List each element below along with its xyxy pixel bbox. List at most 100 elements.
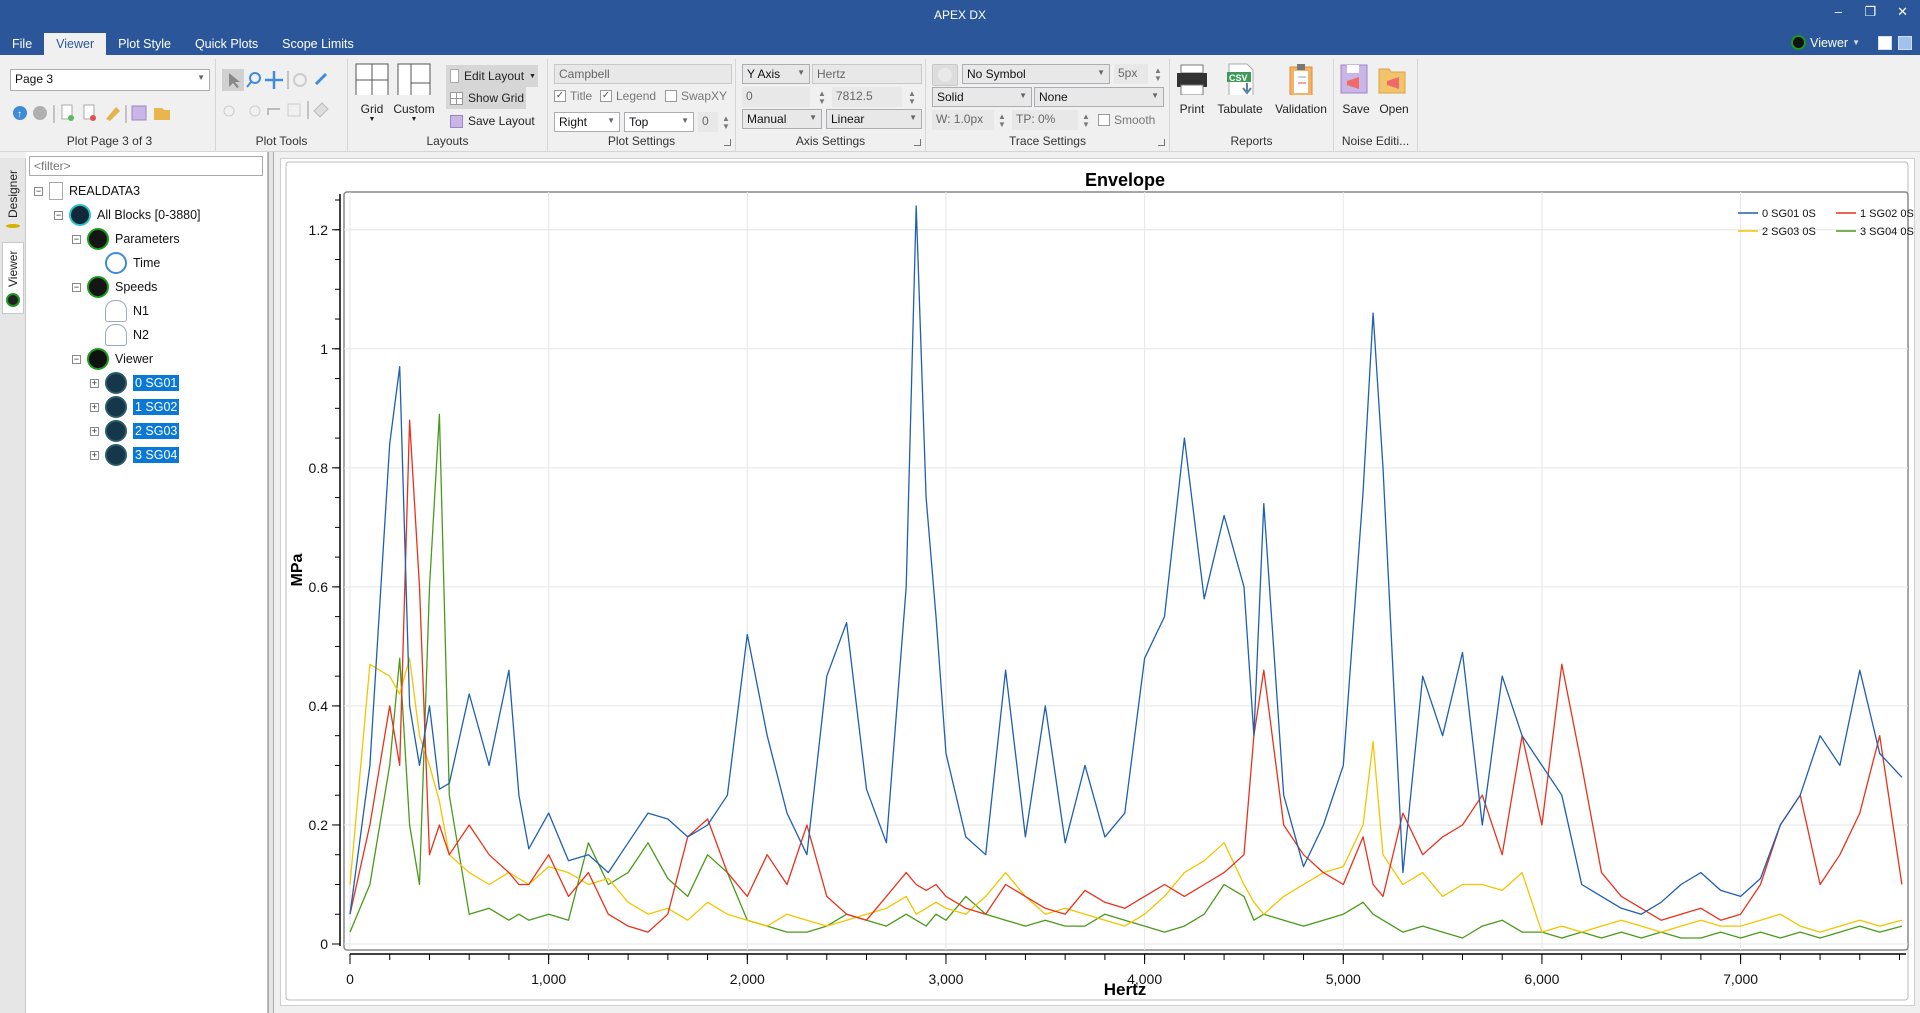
spinner-arrows-icon[interactable]: ▲ ▼ (908, 90, 916, 106)
collapse-ribbon-icon[interactable] (1898, 36, 1912, 50)
tree-node[interactable]: − REALDATA3 (34, 180, 140, 202)
tabulate-button[interactable]: CSV Tabulate (1212, 63, 1268, 116)
tree-node[interactable]: − All Blocks [0-3880] (54, 204, 201, 226)
plot-type-select[interactable]: Campbell (554, 64, 732, 84)
tree-node[interactable]: +1 SG02 (90, 396, 180, 418)
legend-vertical-select[interactable]: Top ▼ (624, 112, 694, 132)
validation-button[interactable]: Validation (1270, 63, 1332, 116)
axis-select[interactable]: Y Axis ▼ (742, 64, 810, 84)
spinner-arrows-icon[interactable]: ▲ ▼ (998, 113, 1006, 129)
symbol-select[interactable]: No Symbol ▼ (962, 64, 1110, 84)
legend-checkbox[interactable]: ✓ Legend (600, 89, 656, 103)
line-style-select[interactable]: Solid ▼ (932, 87, 1032, 107)
tab-viewer[interactable]: Viewer (44, 33, 107, 55)
viewer-switch-dropdown[interactable]: Viewer ▼ (1791, 35, 1860, 50)
collapse-icon[interactable]: − (54, 210, 63, 220)
axis-max-input[interactable]: 7812.5 (832, 87, 902, 107)
x-tick-label: 0 (346, 971, 354, 987)
expand-icon[interactable]: + (90, 426, 99, 436)
open-page-icon (154, 108, 170, 120)
axis-scale-select[interactable]: Linear ▼ (826, 109, 922, 129)
page-tools-icons: ↑ (13, 104, 170, 123)
tree-node[interactable]: Time (90, 252, 160, 274)
tree-node-label: 2 SG03 (133, 423, 180, 439)
expand-icon[interactable]: + (90, 402, 99, 412)
title-checkbox[interactable]: ✓ Title (554, 89, 592, 103)
viewer-switch-label: Viewer (1810, 35, 1849, 50)
designer-icon (6, 224, 20, 228)
transparency-input[interactable]: TP: 0% (1012, 110, 1078, 130)
save-noise-icon (1340, 64, 1368, 94)
axis-name-input[interactable]: Hertz (812, 64, 922, 84)
close-button[interactable]: ✕ (1897, 4, 1908, 20)
collapse-icon[interactable]: − (72, 354, 81, 364)
tree-node[interactable]: − Speeds (72, 276, 157, 298)
dialog-launcher-icon[interactable] (914, 139, 921, 146)
panel-splitter[interactable] (268, 152, 274, 1013)
x-tick-label: 7,000 (1723, 971, 1758, 987)
show-grid-toggle[interactable]: Show Grid (446, 87, 526, 109)
axis-min-input[interactable]: 0 (742, 87, 810, 107)
spinner-arrows-icon[interactable]: ▲ ▼ (818, 90, 826, 106)
spinner-arrows-icon[interactable]: ▲ ▼ (1082, 113, 1090, 129)
legend-offset-spinner[interactable]: 0 (698, 112, 718, 132)
custom-layout-button[interactable]: Custom ▼ (390, 63, 438, 123)
group-label-axis-settings: Axis Settings (795, 134, 866, 148)
tree-node[interactable]: N2 (90, 324, 149, 346)
minimize-button[interactable]: – (1835, 4, 1842, 19)
edit-layout-button[interactable]: Edit Layout ▼ (446, 65, 538, 87)
save-layout-button[interactable]: Save Layout (446, 111, 546, 131)
noise-save-button[interactable]: Save (1338, 63, 1374, 116)
dialog-launcher-icon[interactable] (1158, 139, 1165, 146)
group-axis-settings: Y Axis ▼ Hertz 0 ▲ ▼ 7812.5 ▲ ▼ Manual ▼ Lin… (736, 59, 926, 151)
tree-node-label: 0 SG01 (133, 375, 180, 391)
side-tabs: Designer Viewer (0, 158, 26, 1013)
line-width-input[interactable]: W: 1.0px (932, 110, 994, 130)
symbol-size-input[interactable]: 5px (1114, 64, 1148, 84)
color-palette-button[interactable] (932, 64, 958, 86)
side-tab-viewer[interactable]: Viewer (2, 242, 24, 314)
legend-label: 2 SG03 0S (1762, 226, 1816, 238)
tab-scope-limits[interactable]: Scope Limits (270, 33, 366, 55)
chevron-down-icon: ▼ (368, 116, 376, 123)
noise-open-button[interactable]: Open (1376, 63, 1412, 116)
collapse-icon[interactable]: − (34, 186, 43, 196)
expand-icon[interactable]: + (90, 378, 99, 388)
x-tick-label: 6,000 (1524, 971, 1559, 987)
print-button[interactable]: Print (1174, 63, 1210, 116)
x-axis-label: Hertz (1104, 980, 1147, 999)
restore-button[interactable]: ❐ (1864, 4, 1876, 20)
tree-node[interactable]: +3 SG04 (90, 444, 180, 466)
envelope-chart[interactable]: Envelope 0 0.2 0.4 0.6 0.8 1 1.2 0 1,000 2,000 3,0… (280, 158, 1915, 1006)
tab-plot-style[interactable]: Plot Style (106, 33, 183, 55)
fill-select[interactable]: None ▼ (1034, 87, 1164, 107)
collapse-icon[interactable]: − (72, 234, 81, 244)
tab-file[interactable]: File (0, 33, 44, 55)
binoculars-icon (87, 348, 109, 370)
tree-node[interactable]: +2 SG03 (90, 420, 180, 442)
grid-layout-button[interactable]: Grid ▼ (352, 63, 392, 123)
side-tab-designer[interactable]: Designer (2, 164, 24, 234)
collapse-icon[interactable]: − (72, 282, 81, 292)
tree-node[interactable]: − Viewer (72, 348, 153, 370)
tree-node[interactable]: N1 (90, 300, 149, 322)
spinner-arrows-icon[interactable]: ▲ ▼ (722, 115, 730, 131)
legend-horizontal-select[interactable]: Right ▼ (554, 112, 620, 132)
tree-node-label: N2 (133, 328, 149, 342)
smooth-checkbox[interactable]: Smooth (1098, 113, 1155, 127)
tree-node-label: REALDATA3 (69, 184, 141, 198)
gauge-icon (87, 276, 109, 298)
eraser-icon (313, 102, 329, 118)
swapxy-checkbox[interactable]: SwapXY (665, 89, 727, 103)
dialog-launcher-icon[interactable] (724, 139, 731, 146)
expand-icon[interactable]: + (90, 450, 99, 460)
x-tick-label: 2,000 (730, 971, 765, 987)
pin-icon[interactable] (1878, 36, 1892, 50)
page-select[interactable]: Page 3 ▼ (10, 69, 210, 91)
tree-node[interactable]: − Parameters (72, 228, 180, 250)
spinner-arrows-icon[interactable]: ▲ ▼ (1154, 67, 1162, 83)
tree-filter-input[interactable] (29, 156, 263, 176)
tree-node[interactable]: +0 SG01 (90, 372, 180, 394)
axis-mode-select[interactable]: Manual ▼ (742, 109, 822, 129)
tab-quick-plots[interactable]: Quick Plots (183, 33, 270, 55)
